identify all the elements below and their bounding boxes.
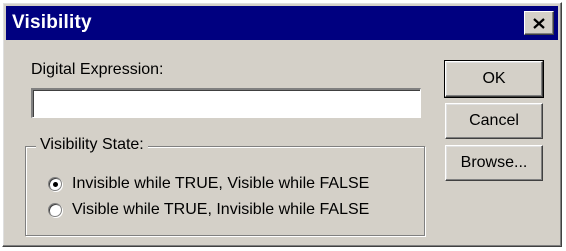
visibility-state-label: Visibility State: xyxy=(36,136,148,154)
radio-button-unchecked[interactable] xyxy=(48,203,62,217)
visibility-state-group: Visibility State: Invisible while TRUE, … xyxy=(25,136,425,236)
window-title: Visibility xyxy=(12,12,92,33)
digital-expression-input[interactable] xyxy=(31,88,421,118)
radio-option-visible-while-true[interactable]: Visible while TRUE, Invisible while FALS… xyxy=(48,201,369,219)
ok-button[interactable]: OK xyxy=(444,60,544,98)
title-bar[interactable]: Visibility xyxy=(6,6,558,40)
browse-button[interactable]: Browse... xyxy=(445,145,543,181)
visibility-dialog: Visibility Digital Expression: Visibilit… xyxy=(2,2,562,247)
radio-button-checked[interactable] xyxy=(48,177,62,191)
close-button[interactable] xyxy=(524,11,554,35)
radio-option-invisible-while-true[interactable]: Invisible while TRUE, Visible while FALS… xyxy=(48,175,369,193)
cancel-button[interactable]: Cancel xyxy=(445,103,543,139)
radio-label: Invisible while TRUE, Visible while FALS… xyxy=(72,175,370,192)
radio-label: Visible while TRUE, Invisible while FALS… xyxy=(72,201,370,218)
close-icon xyxy=(533,17,545,29)
digital-expression-label: Digital Expression: xyxy=(31,61,164,78)
